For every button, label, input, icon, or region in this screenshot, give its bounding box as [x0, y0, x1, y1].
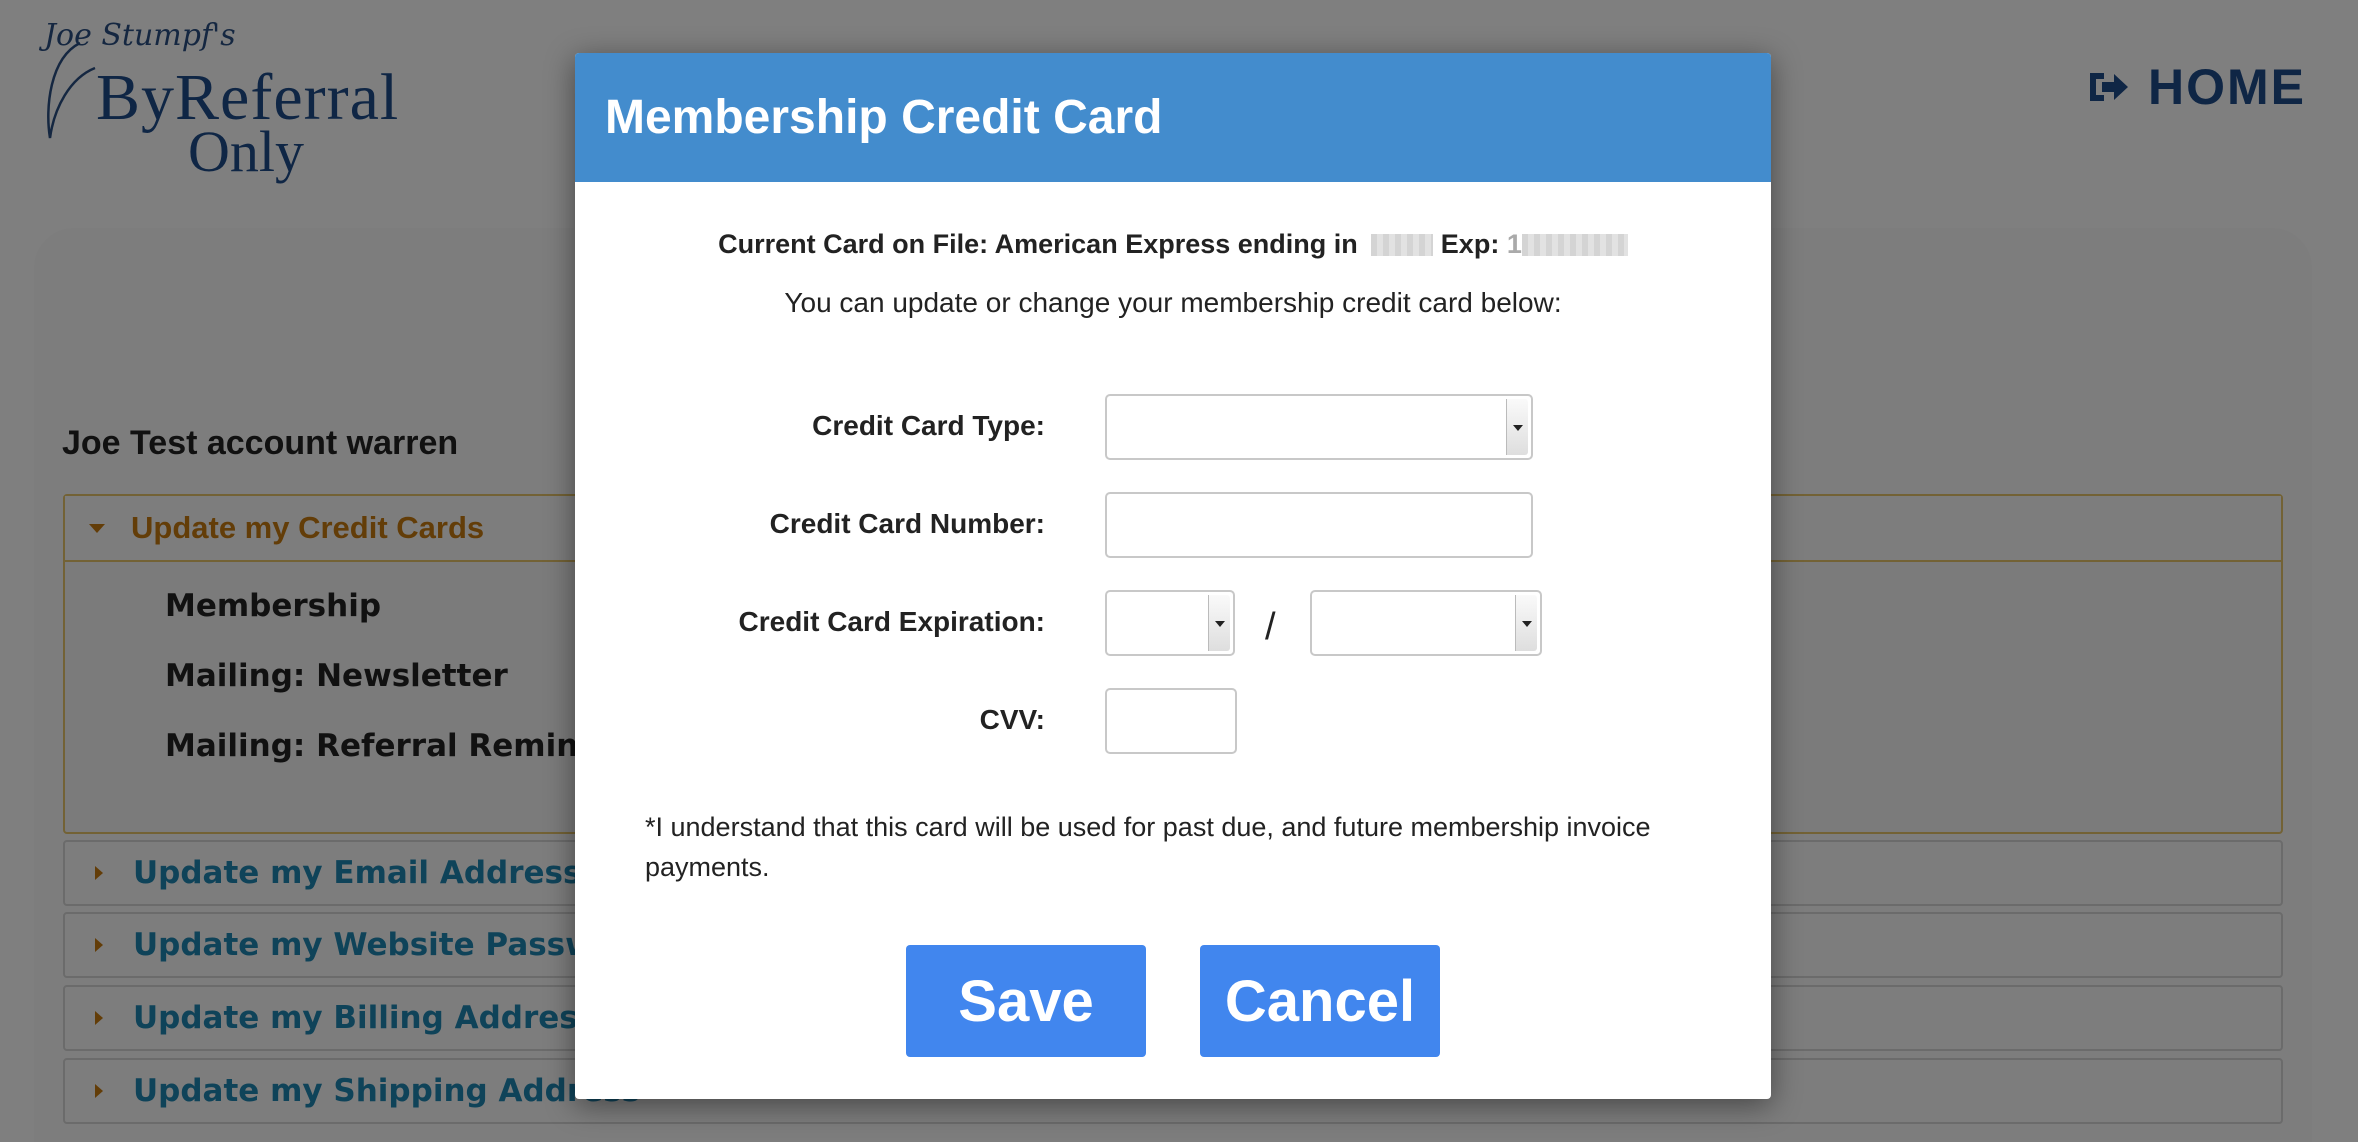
card-number-input[interactable] [1105, 492, 1533, 558]
expiration-separator: / [1265, 606, 1276, 648]
card-number-label: Credit Card Number: [769, 508, 1045, 539]
chevron-down-icon [1506, 399, 1528, 455]
current-card-text: Current Card on File: American Express e… [718, 229, 1358, 259]
card-type-label: Credit Card Type: [812, 410, 1045, 441]
cancel-button[interactable]: Cancel [1200, 945, 1440, 1057]
modal-subtitle: You can update or change your membership… [784, 287, 1562, 318]
redacted-card-digits [1371, 234, 1434, 256]
cvv-input[interactable] [1105, 688, 1237, 754]
disclaimer-text: *I understand that this card will be use… [645, 812, 1651, 882]
save-button[interactable]: Save [906, 945, 1146, 1057]
chevron-down-icon [1515, 595, 1537, 651]
current-card-info: Current Card on File: American Express e… [575, 229, 1771, 260]
exp-label: Exp: [1440, 229, 1500, 259]
modal-title: Membership Credit Card [605, 91, 1163, 144]
card-type-select[interactable] [1105, 394, 1533, 460]
redacted-expiration [1521, 234, 1628, 256]
exp-month-select[interactable] [1105, 590, 1235, 656]
exp-year-select[interactable] [1310, 590, 1542, 656]
membership-credit-card-dialog: Membership Credit Card Current Card on F… [575, 53, 1771, 1099]
expiration-label: Credit Card Expiration: [738, 606, 1045, 637]
cvv-label: CVV: [979, 704, 1045, 735]
modal-header: Membership Credit Card [575, 53, 1771, 182]
chevron-down-icon [1208, 595, 1230, 651]
exp-partial: 1 [1506, 229, 1522, 259]
